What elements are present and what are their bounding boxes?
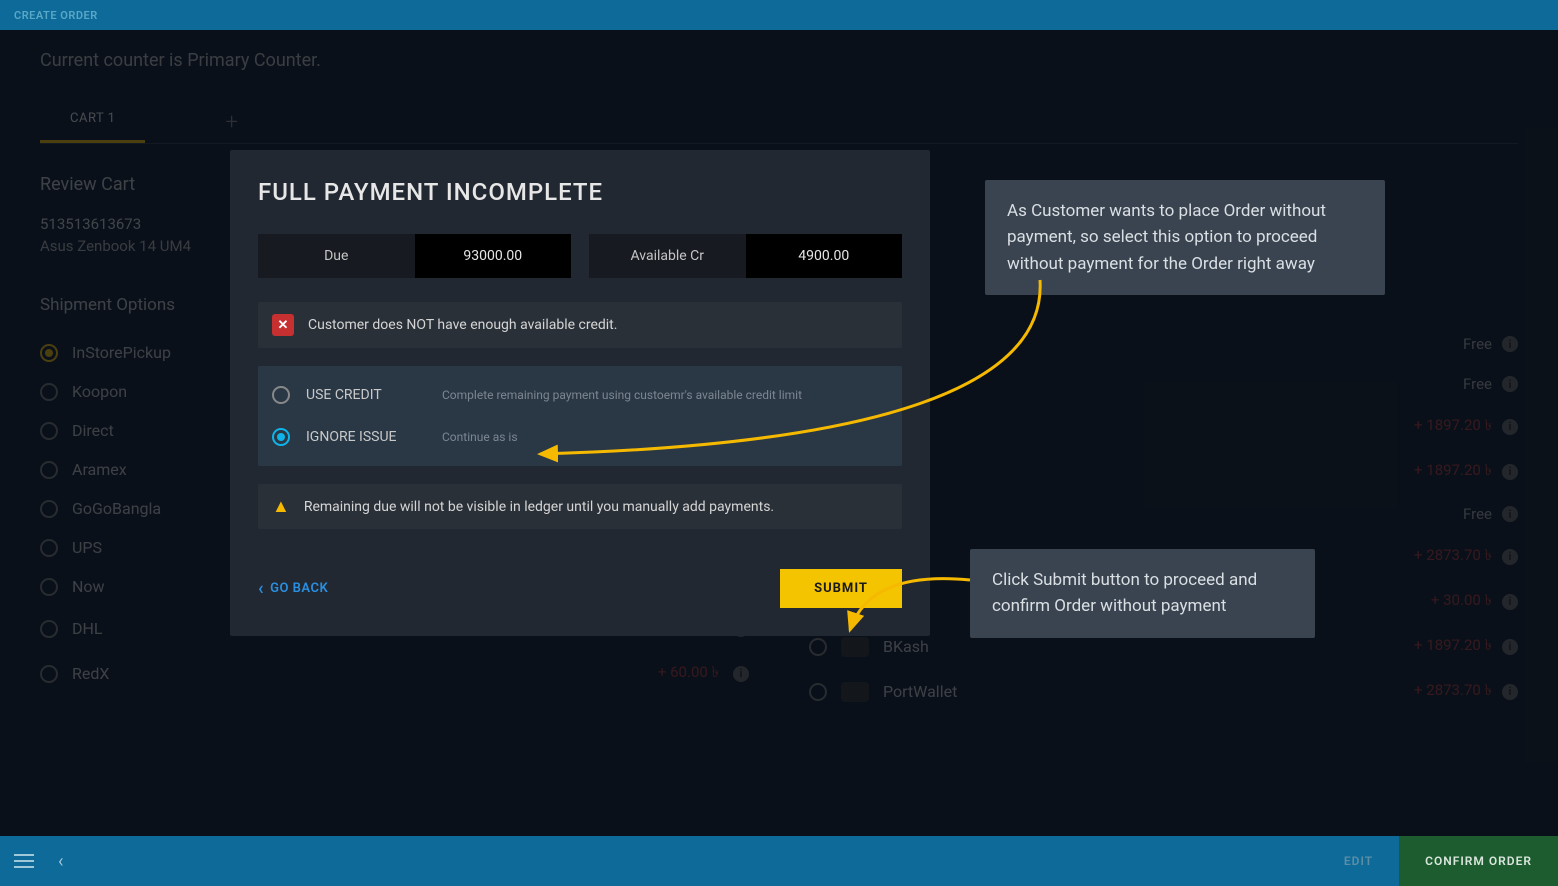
chevron-left-icon: ‹ [258,578,264,599]
edit-button[interactable]: EDIT [1318,836,1399,886]
use-credit-desc: Complete remaining payment using custoem… [442,388,802,402]
top-bar: CREATE ORDER [0,0,1558,30]
credit-error-alert: ✕ Customer does NOT have enough availabl… [258,302,902,348]
go-back-label: GO BACK [270,581,328,596]
due-value: 93000.00 [415,234,572,278]
use-credit-label: USE CREDIT [306,387,426,403]
go-back-button[interactable]: ‹ GO BACK [258,578,328,599]
ledger-warning: ▲ Remaining due will not be visible in l… [258,484,902,529]
error-text: Customer does NOT have enough available … [308,317,617,333]
available-credit-value: 4900.00 [746,234,903,278]
radio-ignore-issue[interactable] [272,428,290,446]
confirm-order-button[interactable]: CONFIRM ORDER [1399,836,1558,886]
page-title: CREATE ORDER [14,9,98,22]
ignore-label: IGNORE ISSUE [306,429,426,445]
modal-title: FULL PAYMENT INCOMPLETE [258,178,902,206]
radio-use-credit[interactable] [272,386,290,404]
back-button[interactable]: ‹ [58,851,63,872]
callout-ignore-issue: As Customer wants to place Order without… [985,180,1385,295]
payment-incomplete-modal: FULL PAYMENT INCOMPLETE Due 93000.00 Ava… [230,150,930,636]
callout-submit: Click Submit button to proceed and confi… [970,549,1315,638]
available-credit-label: Available Cr [589,234,746,278]
due-label: Due [258,234,415,278]
warning-icon: ▲ [272,496,290,517]
resolution-choices: USE CREDIT Complete remaining payment us… [258,366,902,466]
warning-text: Remaining due will not be visible in led… [304,499,774,515]
submit-button[interactable]: SUBMIT [780,569,902,608]
choice-use-credit[interactable]: USE CREDIT Complete remaining payment us… [272,374,888,416]
error-icon: ✕ [272,314,294,336]
menu-icon[interactable] [14,854,34,868]
bottom-bar: ‹ EDIT CONFIRM ORDER [0,836,1558,886]
ignore-desc: Continue as is [442,430,518,444]
choice-ignore-issue[interactable]: IGNORE ISSUE Continue as is [272,416,888,458]
